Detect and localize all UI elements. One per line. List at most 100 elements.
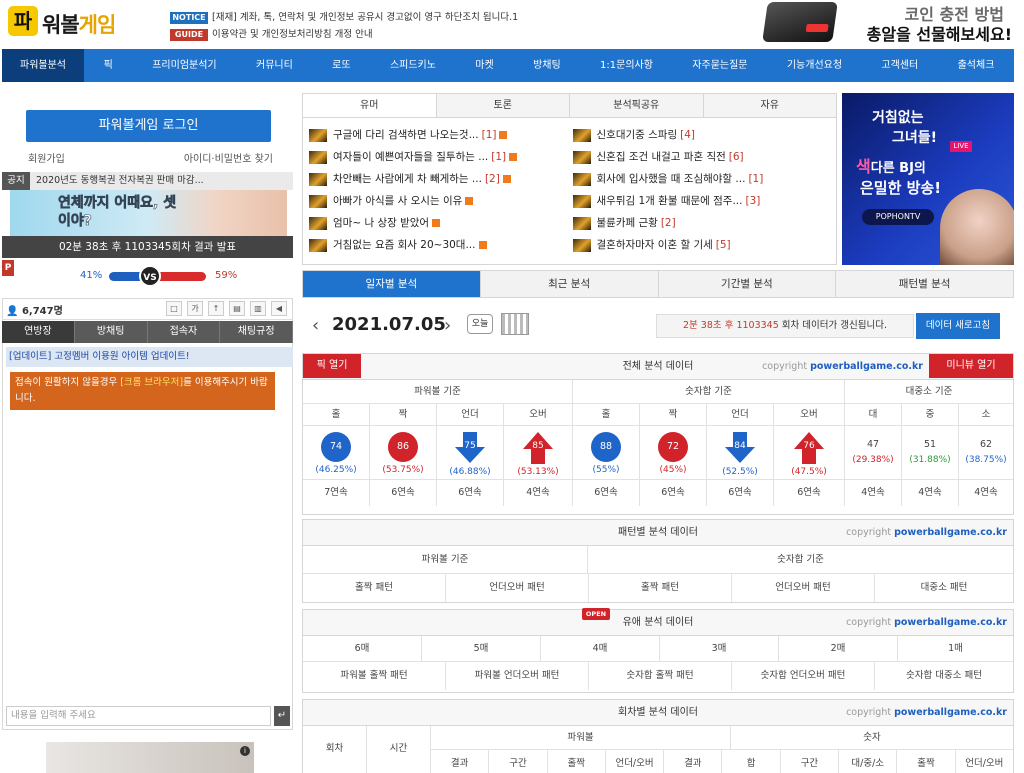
- next-date-icon[interactable]: ›: [444, 315, 451, 336]
- find-account-link[interactable]: 아이디·비밀번호 찾기: [184, 150, 273, 165]
- scroll-icon[interactable]: ↑: [208, 301, 224, 316]
- signup-link[interactable]: 회원가입: [28, 154, 65, 165]
- post-title[interactable]: 아빠가 아식를 사 오시는 이유: [333, 195, 462, 207]
- post-item[interactable]: 신혼집 조건 내걸고 파혼 직전 [6]: [572, 146, 831, 168]
- post-title[interactable]: 엄마~ 나 상장 받았어: [333, 217, 429, 229]
- guide-text[interactable]: 이용약관 및 개인정보처리방침 개정 안내: [212, 29, 373, 40]
- post-title[interactable]: 결혼하자마자 이혼 할 기세: [597, 239, 713, 251]
- post-title[interactable]: 거침없는 요즘 회사 20~30대...: [333, 239, 476, 251]
- grid-icon[interactable]: ▥: [250, 301, 266, 316]
- nav-item-market[interactable]: 마켓: [456, 49, 514, 82]
- nav-item-pick[interactable]: 픽: [84, 49, 133, 82]
- unit-cell[interactable]: 1매: [898, 636, 1013, 661]
- chrome-link[interactable]: [크롬 브라우저]: [120, 377, 183, 388]
- refresh-data-button[interactable]: 데이터 새로고침: [916, 313, 1000, 339]
- post-item[interactable]: 아빠가 아식를 사 오시는 이유: [309, 190, 567, 212]
- list-icon[interactable]: ▤: [229, 301, 245, 316]
- unit-cell[interactable]: 4매: [541, 636, 660, 661]
- tab-chat-rules[interactable]: 채팅규정: [220, 321, 293, 343]
- nav-item-room-chat[interactable]: 방채팅: [513, 49, 580, 82]
- notice-line[interactable]: NOTICE [재재] 계좌, 톡, 연락처 및 개인정보 공유시 경고없이 영구…: [170, 9, 518, 24]
- post-title[interactable]: 회사에 입사했을 때 조심해야할 ...: [597, 173, 746, 185]
- font-size-icon[interactable]: 가: [187, 301, 203, 316]
- post-item[interactable]: 회사에 입사했을 때 조심해야할 ... [1]: [572, 168, 831, 190]
- post-title[interactable]: 불륜카페 근황: [597, 217, 658, 229]
- unit-pattern-link[interactable]: 숫자합 언더오버 패턴: [732, 662, 875, 690]
- post-item[interactable]: 결혼하자마자 이혼 할 기세 [5]: [572, 234, 831, 256]
- post-item[interactable]: 구글에 다리 검색하면 나오는것... [1]: [309, 124, 567, 146]
- post-item[interactable]: 차안빼는 사람에게 차 빼게하는 ... [2]: [309, 168, 567, 190]
- post-item[interactable]: 거침없는 요즘 회사 20~30대...: [309, 234, 567, 256]
- tab-room-chat[interactable]: 방채팅: [75, 321, 148, 343]
- unit-pattern-link[interactable]: 파워볼 홀짝 패턴: [303, 662, 446, 690]
- value-circle: 86: [388, 432, 418, 462]
- chat-popout-icon[interactable]: □: [166, 301, 182, 316]
- nav-item-attendance[interactable]: 출석체크: [938, 49, 1014, 82]
- unit-cell[interactable]: 5매: [422, 636, 541, 661]
- post-item[interactable]: 신호대기중 스파링 [4]: [572, 124, 831, 146]
- nav-item-speedkeno[interactable]: 스피드키노: [370, 49, 455, 82]
- notice-ticker-text[interactable]: 2020년도 동행복권 전자복권 판매 마감...: [36, 175, 204, 186]
- post-item[interactable]: 불륜카페 근황 [2]: [572, 212, 831, 234]
- sound-icon[interactable]: ◀: [271, 301, 287, 316]
- site-logo[interactable]: 파 워볼게임: [8, 4, 148, 42]
- tab-recent-analysis[interactable]: 최근 분석: [480, 271, 659, 297]
- mini-view-open-button[interactable]: 미니뷰 열기: [929, 354, 1013, 378]
- post-title[interactable]: 새우튀김 1개 환불 때문에 점주...: [597, 195, 743, 207]
- chat-send-icon[interactable]: ↵: [274, 706, 290, 726]
- post-title[interactable]: 구글에 다리 검색하면 나오는것...: [333, 129, 479, 141]
- tab-free[interactable]: 자유: [703, 94, 836, 117]
- side-ad-banner[interactable]: 거침없는 그녀들! LIVE 색다른 BJ의 은밀한 방송! POPHONTV: [842, 93, 1014, 265]
- unit-cell[interactable]: 6매: [303, 636, 422, 661]
- unit-pattern-link[interactable]: 숫자합 대중소 패턴: [875, 662, 1013, 690]
- unit-pattern-link[interactable]: 파워볼 언더오버 패턴: [446, 662, 589, 690]
- tab-daily-analysis[interactable]: 일자별 분석: [303, 271, 481, 297]
- tab-period-analysis[interactable]: 기간별 분석: [658, 271, 837, 297]
- nav-item-lotto[interactable]: 로또: [313, 49, 371, 82]
- post-item[interactable]: 여자들이 예쁜여자들을 질투하는 ... [1]: [309, 146, 567, 168]
- tab-humor[interactable]: 유머: [303, 94, 437, 117]
- nav-item-community[interactable]: 커뮤니티: [236, 49, 312, 82]
- nav-item-support[interactable]: 고객센터: [862, 49, 938, 82]
- prev-date-icon[interactable]: ‹: [312, 315, 319, 336]
- pattern-link[interactable]: 언더오버 패턴: [446, 574, 589, 602]
- post-list-left: 구글에 다리 검색하면 나오는것... [1] 여자들이 예쁜여자들을 질투하는 .…: [309, 124, 567, 256]
- guide-line[interactable]: GUIDE 이용약관 및 개인정보처리방침 개정 안내: [170, 26, 373, 41]
- board-widget: 유머 토론 분석픽공유 자유 구글에 다리 검색하면 나오는것... [1] 여자들…: [302, 93, 837, 265]
- header-ad-banner[interactable]: 코인 충전 방법 총알을 선물해보세요!: [762, 0, 1020, 46]
- post-title[interactable]: 차안빼는 사람에게 차 빼게하는 ...: [333, 173, 482, 185]
- tab-discussion[interactable]: 토론: [436, 94, 570, 117]
- pattern-link[interactable]: 홀짝 패턴: [303, 574, 446, 602]
- post-item[interactable]: 새우튀김 1개 환불 때문에 점주... [3]: [572, 190, 831, 212]
- nav-item-faq[interactable]: 자주묻는질문: [673, 49, 768, 82]
- tab-pick-share[interactable]: 분석픽공유: [570, 94, 704, 117]
- tab-lobby[interactable]: 연방장: [2, 321, 75, 343]
- info-icon[interactable]: i: [240, 746, 250, 756]
- post-item[interactable]: 엄마~ 나 상장 받았어: [309, 212, 567, 234]
- nav-item-feature-request[interactable]: 기능개선요청: [767, 49, 862, 82]
- post-title[interactable]: 신호대기중 스파링: [597, 129, 678, 141]
- unit-pattern-link[interactable]: 숫자합 홀짝 패턴: [589, 662, 732, 690]
- promo-banner[interactable]: 연체까지 어때요, 셋이야?: [10, 190, 287, 236]
- today-button[interactable]: 오늘: [467, 314, 493, 334]
- chat-input[interactable]: 내용을 입력해 주세요: [6, 706, 271, 726]
- tab-pattern-analysis[interactable]: 패턴별 분석: [836, 271, 1013, 297]
- unit-cell[interactable]: 3매: [660, 636, 779, 661]
- login-button[interactable]: 파워볼게임 로그인: [26, 110, 271, 142]
- nav-item-premium[interactable]: 프리미엄분석기: [133, 49, 237, 82]
- post-title[interactable]: 신혼집 조건 내걸고 파혼 직전: [597, 151, 726, 163]
- tab-users[interactable]: 접속자: [148, 321, 221, 343]
- pattern-link[interactable]: 대중소 패턴: [875, 574, 1013, 602]
- post-title[interactable]: 여자들이 예쁜여자들을 질투하는 ...: [333, 151, 488, 163]
- calendar-icon[interactable]: [501, 313, 529, 335]
- notice-ticker[interactable]: 공지 2020년도 동행복권 전자복권 판매 마감...: [2, 172, 293, 190]
- pattern-link[interactable]: 홀짝 패턴: [589, 574, 732, 602]
- pattern-link[interactable]: 언더오버 패턴: [732, 574, 875, 602]
- pick-open-button[interactable]: 픽 열기: [303, 354, 361, 378]
- value-percent: (53.75%): [382, 465, 424, 475]
- nav-item-inquiry[interactable]: 1:1문의사항: [580, 49, 672, 82]
- unit-cell[interactable]: 2매: [779, 636, 898, 661]
- notice-text[interactable]: [재재] 계좌, 톡, 연락처 및 개인정보 공유시 경고없이 영구 하단조치 …: [212, 12, 518, 23]
- nav-item-powerball-analysis[interactable]: 파워볼분석: [2, 49, 84, 82]
- bottom-ad[interactable]: i: [46, 742, 254, 773]
